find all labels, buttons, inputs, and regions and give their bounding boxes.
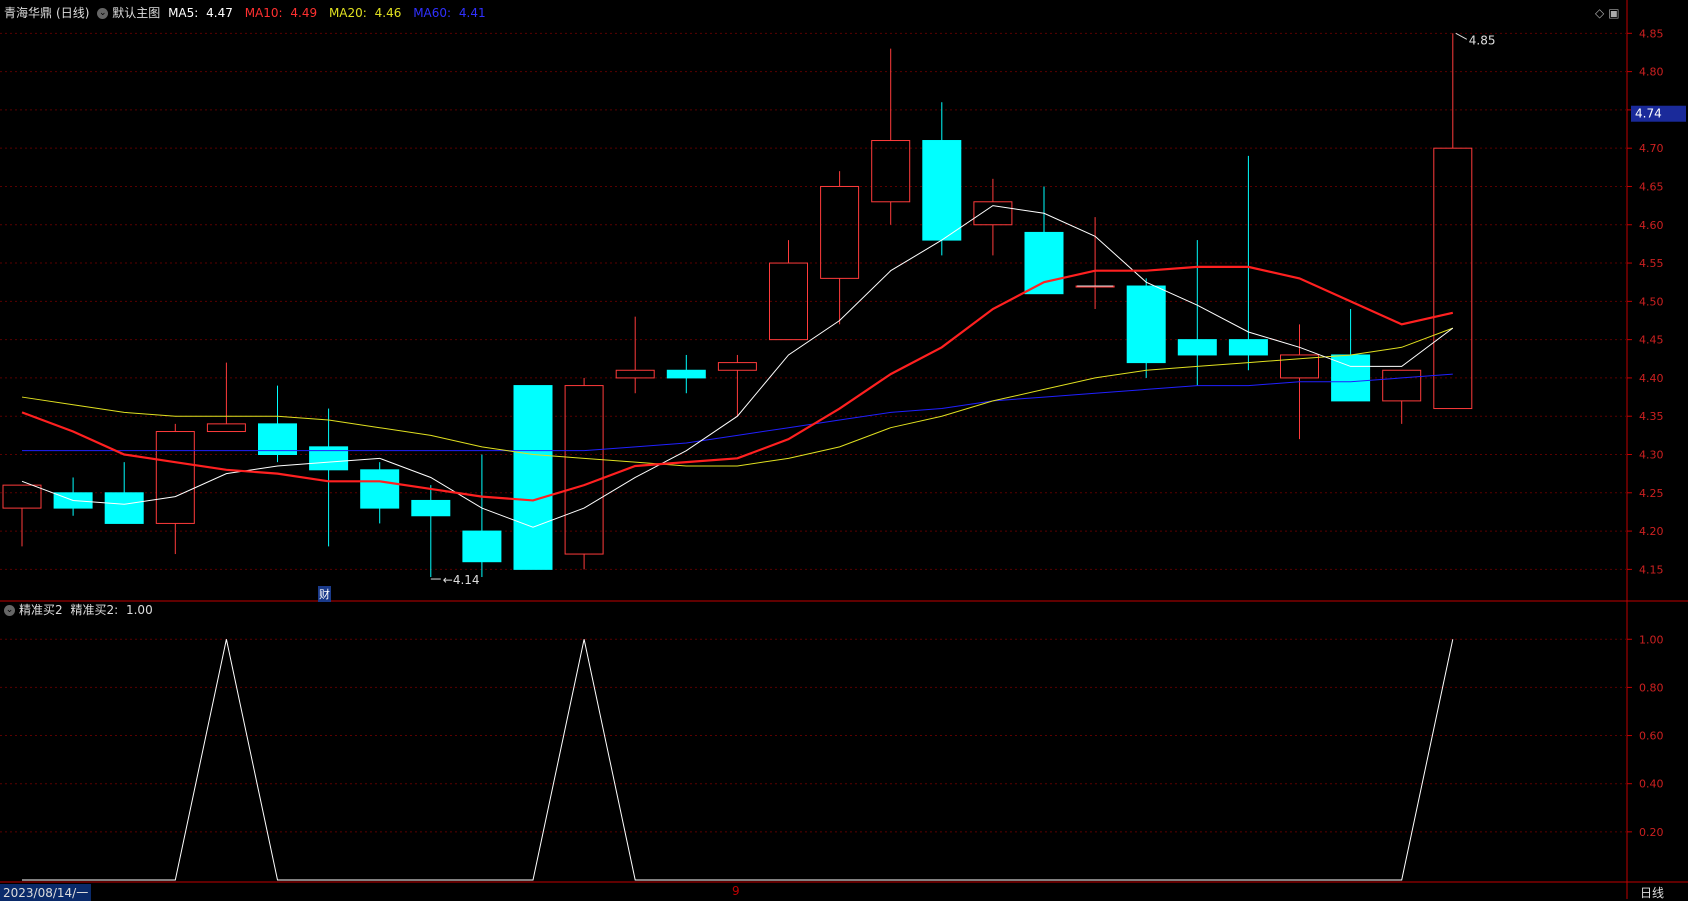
y-tick-label: 4.45 [1639, 334, 1664, 347]
ma10-label: MA10: 4.49 [244, 6, 318, 20]
stock-name[interactable]: 青海华鼎 [4, 6, 52, 20]
y-tick-label: 4.55 [1639, 257, 1664, 270]
y-tick-label: 4.80 [1639, 66, 1664, 79]
date-label: 2023/08/14/一 [0, 884, 92, 901]
indicator-header: ⌄ 精准买2 精准买2: 1.00 [4, 601, 161, 618]
candle-body-down [462, 530, 502, 563]
period-label: (日线) [56, 6, 90, 20]
candle-body-up [2, 484, 42, 509]
candle-body-up [155, 431, 195, 524]
y-tick-label: 4.60 [1639, 219, 1664, 232]
candle-body-up [564, 385, 604, 555]
y-tick-label: 4.35 [1639, 410, 1664, 423]
main-chart-label[interactable]: 默认主图 [112, 6, 160, 20]
window-controls: ◇ ▣ [1595, 6, 1624, 20]
candle-body-down [258, 423, 297, 455]
high-label: 4.85 [1469, 33, 1496, 47]
current-price-label: 4.74 [1635, 107, 1662, 121]
candle-body-up [717, 362, 757, 371]
candle-body-up [820, 185, 860, 279]
candle-body-down [1126, 285, 1166, 364]
candle-body-down [513, 385, 553, 570]
candle-body-down [922, 140, 962, 241]
chevron-down-icon[interactable]: ⌄ [97, 8, 109, 19]
candle-body-down [1024, 231, 1064, 295]
mid-marker: 9 [732, 884, 740, 898]
indicator-line [22, 639, 1454, 881]
candle-body-up [1382, 369, 1422, 402]
y-tick-label: 4.20 [1639, 525, 1664, 538]
y-tick-label: 4.85 [1639, 27, 1664, 40]
indicator-name[interactable]: 精准买2 [19, 603, 63, 617]
candle-body-down [360, 469, 400, 509]
y-tick-label: 4.15 [1639, 563, 1664, 576]
chart-canvas: 4.15 4.20 4.25 4.30 4.35 4.40 4.45 4.50 4.55 4.60… [0, 0, 1688, 899]
ma60-label: MA60: 4.41 [413, 6, 486, 20]
indicator-value-label: 精准买2: 1.00 [70, 603, 153, 617]
candle-body-down [1228, 339, 1268, 356]
low-label: ←4.14 [443, 573, 480, 587]
candle-body-up [206, 423, 246, 433]
y-tick-label: 4.50 [1639, 295, 1664, 308]
y-tick-label: 1.00 [1639, 633, 1664, 646]
candle-body-down [1177, 339, 1217, 356]
main-chart-header: 青海华鼎 (日线) ⌄ 默认主图 MA5: 4.47 MA10: 4.49 MA20… [4, 4, 494, 21]
y-tick-label: 0.80 [1639, 681, 1664, 694]
y-tick-label: 4.25 [1639, 487, 1664, 500]
candle-body-down [411, 499, 451, 517]
candle-body-down [104, 492, 144, 524]
ma5-line [21, 205, 1454, 528]
y-tick-label: 0.20 [1639, 826, 1664, 839]
ma5-label: MA5: 4.47 [168, 6, 233, 20]
y-tick-label: 4.40 [1639, 372, 1664, 385]
restore-icon[interactable]: ▣ [1608, 6, 1619, 20]
ma20-label: MA20: 4.46 [328, 6, 402, 20]
y-tick-label: 4.65 [1639, 180, 1664, 193]
y-tick-label: 0.40 [1639, 778, 1664, 791]
diamond-icon[interactable]: ◇ [1595, 6, 1604, 20]
candle-body-down [666, 369, 706, 379]
chevron-down-icon[interactable]: ⌄ [4, 605, 15, 616]
candle-body-up [871, 140, 911, 203]
candle-body-up [1433, 147, 1473, 410]
high-pointer [1455, 32, 1468, 40]
period-button[interactable]: 日线 [1640, 884, 1664, 901]
candle-body-up [615, 369, 655, 379]
y-tick-label: 4.70 [1639, 142, 1664, 155]
finance-badge[interactable]: 财 [318, 586, 331, 602]
y-tick-label: 0.60 [1639, 730, 1664, 743]
y-tick-label: 4.30 [1639, 449, 1664, 462]
